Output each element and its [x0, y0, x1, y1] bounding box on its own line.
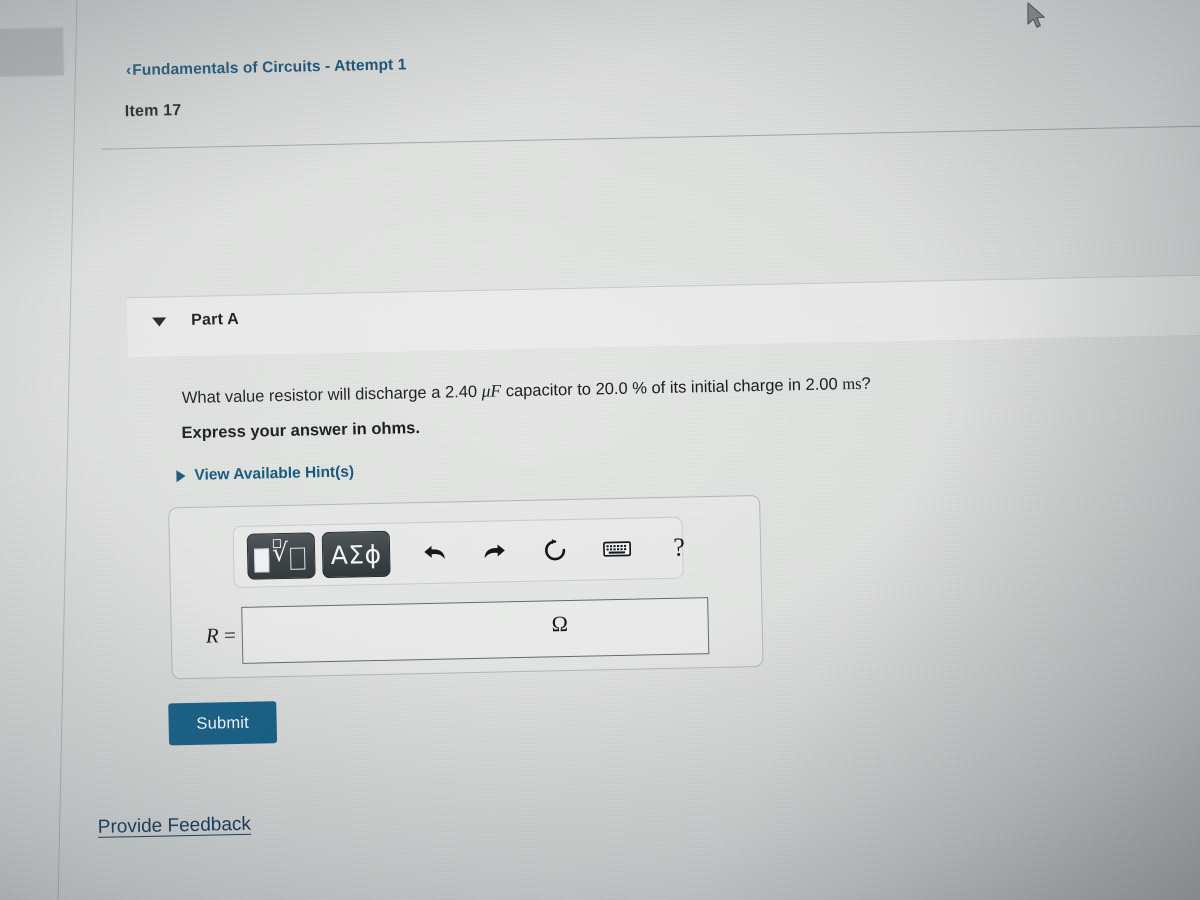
top-left-panel-block [0, 27, 65, 77]
answer-row: R = [193, 596, 742, 664]
answer-instruction: Express your answer in ohms. [181, 419, 421, 443]
view-hints-label: View Available Hint(s) [194, 463, 355, 484]
caret-down-icon[interactable] [152, 317, 167, 327]
page-left-edge-line [56, 0, 78, 900]
view-hints-link[interactable]: View Available Hint(s) [176, 463, 354, 485]
header-divider [101, 125, 1200, 150]
undo-icon [424, 545, 445, 559]
greek-symbols-button[interactable]: ΑΣϕ [321, 530, 391, 579]
submit-button[interactable]: Submit [168, 701, 278, 746]
photographed-screen: ‹Fundamentals of Circuits - Attempt 1 It… [0, 0, 1200, 900]
template-sqrt-button[interactable]: √ [246, 532, 316, 580]
math-toolbar: √ ΑΣϕ ? [232, 516, 685, 589]
greek-symbols-label: ΑΣϕ [330, 539, 382, 570]
page-title: Item 17 [124, 102, 182, 121]
template-sqrt-icon: √ [253, 538, 310, 573]
question-text-part-3: ? [861, 374, 871, 393]
keyboard-icon [603, 541, 632, 557]
breadcrumb-label: Fundamentals of Circuits - Attempt 1 [132, 56, 407, 80]
answer-variable-label: R = [194, 623, 243, 649]
question-text-part-1: What value resistor will discharge a 2.4… [181, 382, 482, 408]
question-text-part-2: capacitor to 20.0 % of its initial charg… [500, 375, 843, 401]
equals-sign: = [223, 622, 237, 648]
help-icon: ? [672, 532, 686, 562]
answer-unit-label: Ω [551, 611, 569, 637]
redo-button[interactable] [472, 529, 519, 574]
page-content-plane: ‹Fundamentals of Circuits - Attempt 1 It… [0, 0, 1200, 900]
variable-r: R [205, 623, 219, 648]
reset-button[interactable] [532, 528, 579, 573]
help-button[interactable]: ? [656, 525, 703, 570]
reset-icon [545, 538, 566, 561]
breadcrumb-back-link[interactable]: ‹Fundamentals of Circuits - Attempt 1 [126, 56, 407, 80]
provide-feedback-link[interactable]: Provide Feedback [98, 814, 252, 839]
undo-button[interactable] [412, 530, 459, 575]
capacitance-unit: μF [481, 380, 502, 401]
answer-input[interactable] [241, 597, 710, 664]
part-a-label: Part A [191, 310, 240, 329]
redo-icon [484, 544, 505, 559]
part-a-header-band[interactable] [126, 274, 1200, 358]
back-chevron-icon: ‹ [125, 62, 132, 80]
keyboard-button[interactable] [594, 527, 641, 572]
time-unit: ms [842, 373, 862, 394]
answer-card: √ ΑΣϕ ? R = [168, 494, 764, 680]
question-text: What value resistor will discharge a 2.4… [182, 373, 871, 408]
caret-right-icon [176, 470, 186, 483]
